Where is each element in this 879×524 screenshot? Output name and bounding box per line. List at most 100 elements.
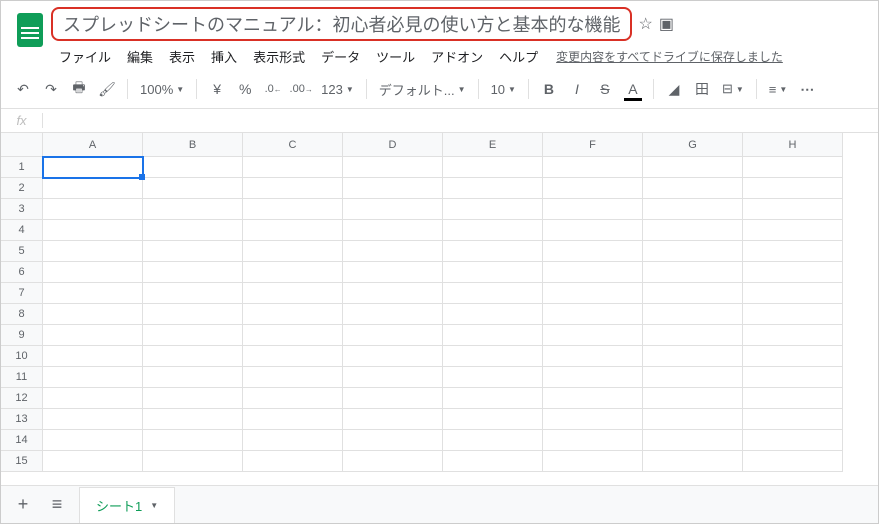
cell-B2[interactable] xyxy=(143,178,243,199)
cell-B1[interactable] xyxy=(143,157,243,178)
paint-format-button[interactable]: 🖌 xyxy=(95,76,119,102)
cell-D7[interactable] xyxy=(343,283,443,304)
undo-button[interactable]: ↶ xyxy=(11,76,35,102)
cell-E11[interactable] xyxy=(443,367,543,388)
cell-A1[interactable] xyxy=(43,157,143,178)
cell-G9[interactable] xyxy=(643,325,743,346)
cell-B10[interactable] xyxy=(143,346,243,367)
cell-C5[interactable] xyxy=(243,241,343,262)
menu-format[interactable]: 表示形式 xyxy=(247,45,311,68)
strikethrough-button[interactable]: S xyxy=(593,76,617,102)
cell-F2[interactable] xyxy=(543,178,643,199)
cell-G13[interactable] xyxy=(643,409,743,430)
cell-F7[interactable] xyxy=(543,283,643,304)
cell-F13[interactable] xyxy=(543,409,643,430)
percent-button[interactable]: % xyxy=(233,76,257,102)
cell-F10[interactable] xyxy=(543,346,643,367)
column-header[interactable]: D xyxy=(343,133,443,157)
cell-H14[interactable] xyxy=(743,430,843,451)
row-header[interactable]: 6 xyxy=(1,262,43,283)
cell-B3[interactable] xyxy=(143,199,243,220)
cell-E7[interactable] xyxy=(443,283,543,304)
star-icon[interactable]: ☆ xyxy=(638,14,652,34)
cell-B13[interactable] xyxy=(143,409,243,430)
column-header[interactable]: A xyxy=(43,133,143,157)
all-sheets-button[interactable]: ≡ xyxy=(45,492,69,518)
cell-F5[interactable] xyxy=(543,241,643,262)
add-sheet-button[interactable]: + xyxy=(11,492,35,518)
row-header[interactable]: 2 xyxy=(1,178,43,199)
document-title[interactable]: スプレッドシートのマニュアル：初心者必見の使い方と基本的な機能 xyxy=(51,7,632,41)
cell-D9[interactable] xyxy=(343,325,443,346)
cell-G1[interactable] xyxy=(643,157,743,178)
cell-D6[interactable] xyxy=(343,262,443,283)
cell-D15[interactable] xyxy=(343,451,443,472)
cell-B7[interactable] xyxy=(143,283,243,304)
italic-button[interactable]: I xyxy=(565,76,589,102)
cell-E5[interactable] xyxy=(443,241,543,262)
cell-H5[interactable] xyxy=(743,241,843,262)
cell-E2[interactable] xyxy=(443,178,543,199)
menu-view[interactable]: 表示 xyxy=(163,45,201,68)
row-header[interactable]: 7 xyxy=(1,283,43,304)
column-header[interactable]: E xyxy=(443,133,543,157)
cell-E10[interactable] xyxy=(443,346,543,367)
row-header[interactable]: 12 xyxy=(1,388,43,409)
cell-H10[interactable] xyxy=(743,346,843,367)
cell-E13[interactable] xyxy=(443,409,543,430)
cell-C8[interactable] xyxy=(243,304,343,325)
cell-C11[interactable] xyxy=(243,367,343,388)
cell-H12[interactable] xyxy=(743,388,843,409)
cell-D14[interactable] xyxy=(343,430,443,451)
menu-tools[interactable]: ツール xyxy=(370,45,421,68)
cell-A12[interactable] xyxy=(43,388,143,409)
cell-F6[interactable] xyxy=(543,262,643,283)
cell-G4[interactable] xyxy=(643,220,743,241)
cell-E3[interactable] xyxy=(443,199,543,220)
cell-H1[interactable] xyxy=(743,157,843,178)
row-header[interactable]: 1 xyxy=(1,157,43,178)
cell-E12[interactable] xyxy=(443,388,543,409)
font-family-dropdown[interactable]: デフォルト...▼ xyxy=(375,80,470,99)
sheet-tab-menu-icon[interactable]: ▼ xyxy=(150,501,158,510)
menu-insert[interactable]: 挿入 xyxy=(205,45,243,68)
cell-H6[interactable] xyxy=(743,262,843,283)
cell-B9[interactable] xyxy=(143,325,243,346)
cell-C13[interactable] xyxy=(243,409,343,430)
cell-C1[interactable] xyxy=(243,157,343,178)
cell-E15[interactable] xyxy=(443,451,543,472)
cell-C3[interactable] xyxy=(243,199,343,220)
row-header[interactable]: 9 xyxy=(1,325,43,346)
cell-E8[interactable] xyxy=(443,304,543,325)
row-header[interactable]: 11 xyxy=(1,367,43,388)
column-header[interactable]: G xyxy=(643,133,743,157)
menu-file[interactable]: ファイル xyxy=(53,45,117,68)
more-toolbar-button[interactable]: ⋯ xyxy=(795,76,819,102)
cell-G3[interactable] xyxy=(643,199,743,220)
cell-C7[interactable] xyxy=(243,283,343,304)
spreadsheet-grid[interactable]: ABCDEFGH123456789101112131415 xyxy=(1,133,878,472)
cell-F12[interactable] xyxy=(543,388,643,409)
cell-D3[interactable] xyxy=(343,199,443,220)
currency-button[interactable]: ¥ xyxy=(205,76,229,102)
cell-H13[interactable] xyxy=(743,409,843,430)
cell-D8[interactable] xyxy=(343,304,443,325)
cell-F8[interactable] xyxy=(543,304,643,325)
row-header[interactable]: 5 xyxy=(1,241,43,262)
cell-E6[interactable] xyxy=(443,262,543,283)
cell-F14[interactable] xyxy=(543,430,643,451)
cell-B15[interactable] xyxy=(143,451,243,472)
more-formats-dropdown[interactable]: 123▼ xyxy=(317,82,358,97)
cell-C15[interactable] xyxy=(243,451,343,472)
cell-A8[interactable] xyxy=(43,304,143,325)
cell-F1[interactable] xyxy=(543,157,643,178)
text-color-button[interactable]: A xyxy=(621,76,645,102)
cell-D4[interactable] xyxy=(343,220,443,241)
row-header[interactable]: 13 xyxy=(1,409,43,430)
cell-E9[interactable] xyxy=(443,325,543,346)
row-header[interactable]: 3 xyxy=(1,199,43,220)
cell-B11[interactable] xyxy=(143,367,243,388)
cell-A6[interactable] xyxy=(43,262,143,283)
cell-G15[interactable] xyxy=(643,451,743,472)
cell-D1[interactable] xyxy=(343,157,443,178)
